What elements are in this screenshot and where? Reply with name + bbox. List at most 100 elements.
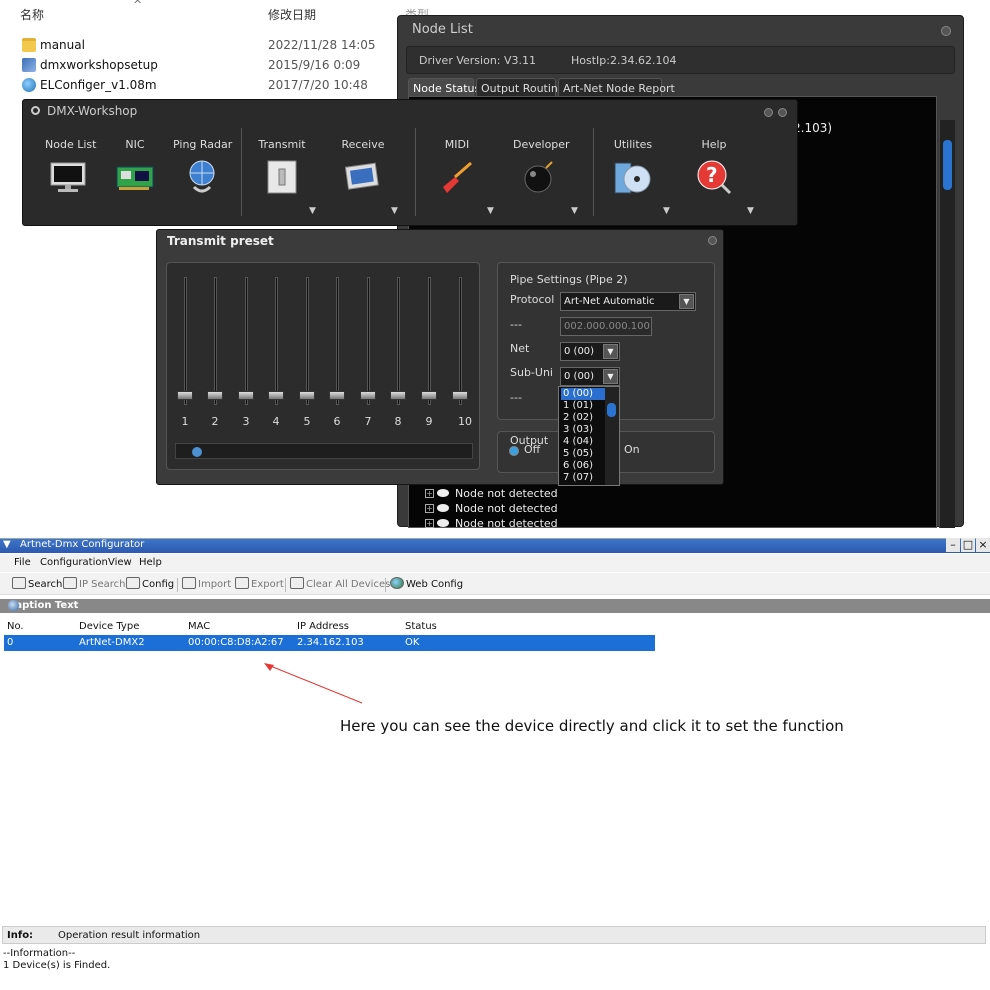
- chevron-down-icon[interactable]: ▼: [603, 369, 618, 384]
- fader-handle[interactable]: [238, 391, 254, 400]
- search-button[interactable]: Search: [12, 577, 62, 590]
- close-icon[interactable]: ×: [976, 538, 990, 552]
- fader-track[interactable]: [245, 277, 248, 405]
- chevron-down-icon[interactable]: ▼: [679, 294, 694, 309]
- fader-track[interactable]: [367, 277, 370, 405]
- fader-handle[interactable]: [268, 391, 284, 400]
- fader-handle[interactable]: [207, 391, 223, 400]
- subuni-option[interactable]: 5 (05): [561, 448, 605, 460]
- file-row-dmxworkshopsetup[interactable]: dmxworkshopsetup 2015/9/16 0:09: [0, 56, 400, 76]
- fader-handle[interactable]: [360, 391, 376, 400]
- close-icon[interactable]: [778, 108, 787, 117]
- column-header-status[interactable]: Status: [405, 621, 437, 632]
- column-header-mac[interactable]: MAC: [188, 621, 210, 632]
- column-header-name[interactable]: 名称: [20, 6, 44, 23]
- tool-transmit[interactable]: Transmit ▼: [255, 138, 316, 216]
- menu-help[interactable]: Help: [139, 557, 162, 568]
- expand-icon[interactable]: +: [425, 489, 434, 498]
- subuni-dropdown-list[interactable]: 0 (00) 1 (01) 2 (02) 3 (03) 4 (04) 5 (05…: [558, 386, 620, 486]
- column-header-ip-address[interactable]: IP Address: [297, 621, 349, 632]
- column-header-device-type[interactable]: Device Type: [79, 621, 139, 632]
- tool-node-list[interactable]: Node List: [45, 138, 96, 197]
- fader-track[interactable]: [397, 277, 400, 405]
- menu-configuration[interactable]: Configuration: [40, 557, 108, 568]
- fader-track[interactable]: [459, 277, 462, 405]
- expand-icon[interactable]: +: [425, 519, 434, 528]
- dropdown-arrow-icon[interactable]: ▼: [487, 206, 494, 216]
- node-row[interactable]: + Node not detected: [425, 502, 558, 516]
- fader-track[interactable]: [336, 277, 339, 405]
- subuni-select[interactable]: 0 (00) ▼: [560, 367, 620, 386]
- file-row-manual[interactable]: manual 2022/11/28 14:05: [0, 36, 400, 56]
- tool-receive[interactable]: Receive ▼: [339, 138, 397, 216]
- refresh-icon[interactable]: [8, 600, 19, 611]
- tool-nic[interactable]: NIC: [115, 138, 155, 197]
- tool-help[interactable]: Help ? ▼: [691, 138, 754, 216]
- net-select[interactable]: 0 (00) ▼: [560, 342, 620, 361]
- scrollbar-thumb[interactable]: [192, 447, 202, 457]
- dropdown-arrow-icon[interactable]: ▼: [571, 206, 578, 216]
- fader-handle[interactable]: [177, 391, 193, 400]
- minimize-icon[interactable]: [764, 108, 773, 117]
- ip-search-button[interactable]: IP Search: [63, 577, 126, 590]
- menu-view[interactable]: View: [108, 557, 132, 568]
- fader-handle[interactable]: [421, 391, 437, 400]
- node-list-scrollbar[interactable]: [939, 120, 955, 528]
- fader-track[interactable]: [275, 277, 278, 405]
- sort-ascending-icon[interactable]: ^: [133, 0, 142, 11]
- node-status-text: Node not detected: [455, 502, 558, 515]
- column-header-date[interactable]: 修改日期: [268, 6, 316, 23]
- column-header-no[interactable]: No.: [7, 621, 24, 632]
- dropdown-arrow-icon[interactable]: ▼: [663, 206, 670, 216]
- subuni-option[interactable]: 4 (04): [561, 436, 605, 448]
- fader-handle[interactable]: [329, 391, 345, 400]
- expand-icon[interactable]: +: [425, 504, 434, 513]
- clear-all-devices-button[interactable]: Clear All Devices: [290, 577, 390, 590]
- close-icon[interactable]: [708, 236, 717, 245]
- system-menu-icon[interactable]: ▼: [3, 539, 11, 550]
- minimize-icon[interactable]: –: [946, 538, 960, 552]
- scrollbar-thumb[interactable]: [607, 403, 616, 417]
- menu-file[interactable]: File: [14, 557, 31, 568]
- subuni-option[interactable]: 7 (07): [561, 472, 605, 484]
- dropdown-arrow-icon[interactable]: ▼: [747, 206, 754, 216]
- subuni-option[interactable]: 1 (01): [561, 400, 605, 412]
- file-row-elconfiger[interactable]: ELConfiger_v1.08m 2017/7/20 10:48: [0, 76, 400, 96]
- subuni-option[interactable]: 3 (03): [561, 424, 605, 436]
- export-button[interactable]: Export: [235, 577, 284, 590]
- fader-track[interactable]: [428, 277, 431, 405]
- tool-ping-radar[interactable]: Ping Radar: [173, 138, 232, 197]
- fader-track[interactable]: [214, 277, 217, 405]
- close-icon[interactable]: [941, 26, 951, 36]
- subuni-option[interactable]: 6 (06): [561, 460, 605, 472]
- web-config-button[interactable]: Web Config: [390, 577, 463, 590]
- fader-track[interactable]: [184, 277, 187, 405]
- tool-developer[interactable]: Developer ▼: [513, 138, 578, 216]
- fader-track[interactable]: [306, 277, 309, 405]
- maximize-icon[interactable]: □: [961, 538, 975, 552]
- import-button[interactable]: Import: [182, 577, 231, 590]
- chevron-down-icon[interactable]: ▼: [603, 344, 618, 359]
- fader-scrollbar[interactable]: [175, 443, 473, 459]
- node-row[interactable]: + Node not detected: [425, 517, 558, 531]
- scrollbar-thumb[interactable]: [943, 140, 952, 190]
- output-off-radio[interactable]: [509, 446, 519, 456]
- fader-handle[interactable]: [299, 391, 315, 400]
- tab-art-net-node-report[interactable]: Art-Net Node Report: [558, 78, 675, 96]
- tab-node-status[interactable]: Node Status: [408, 78, 480, 96]
- dropdown-scrollbar[interactable]: [605, 387, 619, 485]
- dropdown-arrow-icon[interactable]: ▼: [391, 206, 398, 216]
- config-button[interactable]: Config: [126, 577, 174, 590]
- node-row[interactable]: + Node not detected: [425, 487, 558, 501]
- tab-output-routing[interactable]: Output Routing: [476, 78, 565, 96]
- fader-handle[interactable]: [390, 391, 406, 400]
- tool-label: MIDI: [444, 138, 470, 151]
- subuni-option[interactable]: 0 (00): [561, 388, 605, 400]
- protocol-select[interactable]: Art-Net Automatic ▼: [560, 292, 696, 311]
- table-row[interactable]: 0 ArtNet-DMX2 00:00:C8:D8:A2:67 2.34.162…: [4, 635, 655, 651]
- dropdown-arrow-icon[interactable]: ▼: [309, 206, 316, 216]
- subuni-option[interactable]: 2 (02): [561, 412, 605, 424]
- tool-midi[interactable]: MIDI ▼: [435, 138, 494, 216]
- tool-utilites[interactable]: Utilites ▼: [611, 138, 670, 216]
- fader-handle[interactable]: [452, 391, 468, 400]
